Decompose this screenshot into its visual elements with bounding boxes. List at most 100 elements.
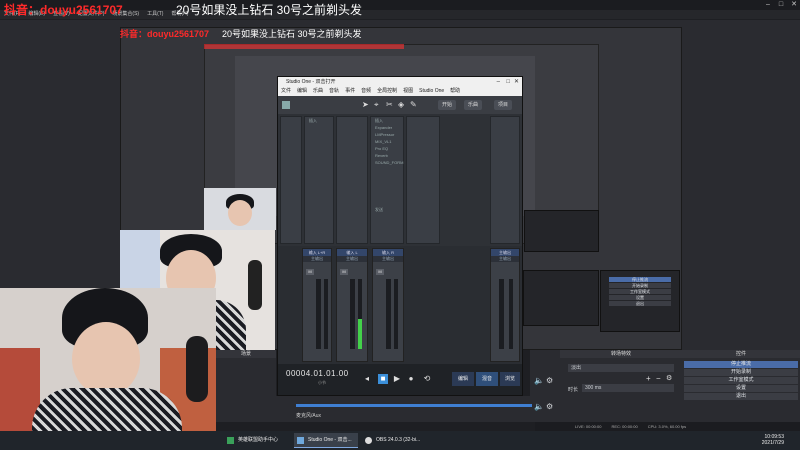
record-icon[interactable]: ● [406, 374, 416, 384]
browse-page-button[interactable]: 浏览 [500, 372, 520, 386]
transition-select[interactable]: 淡出 [568, 364, 674, 372]
strip-output[interactable]: 主输出 [337, 256, 367, 262]
cpu-status: CPU: 3.0%, 60.00 fps [647, 424, 687, 429]
strip-name: 输入 L+R [303, 249, 331, 256]
source-label: 麦克风/Aux [296, 413, 322, 419]
gear-icon[interactable]: ⚙ [666, 374, 672, 382]
s1-menu-bar: 文件 编辑 乐曲 音轨 事件 音频 全局控制 视图 Studio One 帮助 [278, 87, 522, 96]
mixer-strip: 输入 L 主输出 M [336, 248, 368, 362]
level-meter [324, 279, 328, 349]
insert-slot[interactable]: Expander [371, 124, 403, 131]
volume-slider[interactable] [296, 404, 532, 407]
project-page-button[interactable]: 项目 [494, 100, 513, 110]
s1-menu-item[interactable]: 音频 [361, 87, 371, 96]
s1-menu-item[interactable]: 全局控制 [377, 87, 397, 96]
volume-fader[interactable] [350, 279, 355, 349]
s1-menu-item[interactable]: 乐曲 [313, 87, 323, 96]
stop-icon[interactable]: ■ [378, 374, 388, 384]
arrow-tool-icon[interactable]: ➤ [362, 100, 370, 110]
loop-icon[interactable]: ⟲ [422, 374, 432, 384]
volume-fader[interactable] [316, 279, 321, 349]
s1-close-icon[interactable]: ✕ [514, 77, 519, 87]
stop-streaming-button[interactable]: 停止推流 [684, 361, 798, 368]
insert-slot[interactable]: Reverb [371, 152, 403, 159]
status-bar: LIVE: 00:00:00 REC: 00:00:00 CPU: 3.0%, … [535, 422, 800, 431]
s1-menu-item[interactable]: Studio One [419, 87, 444, 96]
strip-output[interactable]: 主输出 [373, 256, 403, 262]
s1-menu-item[interactable]: 文件 [281, 87, 291, 96]
edit-page-button[interactable]: 编辑 [452, 372, 474, 386]
live-status: LIVE: 00:00:00 [575, 424, 602, 429]
scenes-header: 场景 [216, 350, 276, 358]
menu-tools[interactable]: 工具(T) [147, 10, 163, 19]
sources-dock: 麦克风/Aux [276, 396, 530, 422]
taskbar-app-studio-one[interactable]: Studio One - 双击... [294, 433, 358, 448]
taskbar-app-lol[interactable]: 英雄联盟助手中心 [224, 433, 290, 448]
mute-button[interactable]: M [340, 269, 348, 275]
studio-mode-button[interactable]: 工作室模式 [684, 377, 798, 384]
s1-menu-item[interactable]: 帮助 [450, 87, 460, 96]
transitions-header: 转场特效 [560, 350, 682, 358]
s1-minimize-icon[interactable]: – [497, 77, 500, 87]
mixer-strip: 输入 R 主输出 M [372, 248, 404, 362]
add-icon[interactable]: + [646, 374, 651, 383]
gear-icon[interactable]: ⚙ [546, 402, 553, 411]
s1-main-col [490, 116, 520, 244]
taskbar-clock[interactable]: 10:09:53 2021/7/29 [740, 434, 784, 446]
s1-channel-col [336, 116, 368, 244]
s1-menu-item[interactable]: 事件 [345, 87, 355, 96]
nested-control-btn: 设置 [609, 295, 671, 300]
transitions-dock: 转场特效 淡出 + − ⚙ 时长 300 ms [560, 350, 682, 422]
strip-name: 输入 R [373, 249, 403, 256]
speaker-icon[interactable]: 🔈 [534, 376, 544, 385]
speaker-icon[interactable]: 🔈 [534, 402, 544, 411]
volume-fader[interactable] [386, 279, 391, 349]
exit-button[interactable]: 退出 [684, 393, 798, 400]
nested-control-btn: 退出 [609, 301, 671, 306]
webcam-capture-small [204, 188, 276, 230]
main-out-strip: 主输出 主输出 [490, 248, 520, 362]
sends-label: 发送 [375, 207, 383, 212]
douyin-id-overlay: 抖音：douyu2561707 [4, 3, 123, 17]
taskbar-app-obs[interactable]: OBS 24.0.3 (32-bi... [362, 433, 426, 448]
s1-maximize-icon[interactable]: □ [506, 77, 510, 87]
mute-button[interactable]: M [306, 269, 314, 275]
s1-menu-item[interactable]: 视图 [403, 87, 413, 96]
minimize-icon[interactable]: – [762, 0, 774, 10]
settings-button[interactable]: 设置 [684, 385, 798, 392]
start-page-button[interactable]: 开始 [438, 100, 457, 110]
mute-button[interactable]: M [376, 269, 384, 275]
rewind-icon[interactable]: ◂ [362, 374, 372, 384]
song-page-button[interactable]: 乐曲 [464, 100, 483, 110]
strip-output[interactable]: 主输出 [491, 256, 519, 262]
overlay-nested-3 [204, 44, 404, 49]
remove-icon[interactable]: − [656, 374, 661, 383]
insert-slot[interactable]: MIX_VL1 [371, 138, 403, 145]
gear-icon[interactable]: ⚙ [546, 376, 553, 385]
paint-tool-icon[interactable]: ✎ [410, 100, 418, 110]
insert-slot[interactable]: LMPressor [371, 131, 403, 138]
eraser-tool-icon[interactable]: ◈ [398, 100, 406, 110]
start-recording-button[interactable]: 开始录制 [684, 369, 798, 376]
duration-input[interactable]: 300 ms [582, 384, 674, 392]
s1-menu-item[interactable]: 音轨 [329, 87, 339, 96]
play-icon[interactable]: ▶ [392, 374, 402, 384]
insert-slot[interactable]: SOUND_FORM [371, 159, 403, 166]
insert-slot[interactable]: Pro EQ [371, 145, 403, 152]
s1-channel-col [406, 116, 440, 244]
nested-control-btn: 开始录制 [609, 283, 671, 288]
mix-page-button[interactable]: 混音 [476, 372, 498, 386]
range-tool-icon[interactable]: ⌖ [374, 100, 382, 110]
strip-output[interactable]: 主输出 [303, 256, 331, 262]
app-icon [227, 437, 234, 444]
message-overlay: 20号如果没上钻石 30号之前剃头发 [176, 3, 363, 17]
split-tool-icon[interactable]: ✂ [386, 100, 394, 110]
insert-label: 插入 [309, 118, 317, 123]
task-label: 英雄联盟助手中心 [238, 437, 279, 443]
webcam-main [0, 288, 216, 450]
close-icon[interactable]: ✕ [788, 0, 800, 10]
main-fader[interactable] [499, 279, 504, 349]
nested-dock-panel-2 [523, 270, 599, 326]
s1-menu-item[interactable]: 编辑 [297, 87, 307, 96]
maximize-icon[interactable]: □ [775, 0, 787, 10]
